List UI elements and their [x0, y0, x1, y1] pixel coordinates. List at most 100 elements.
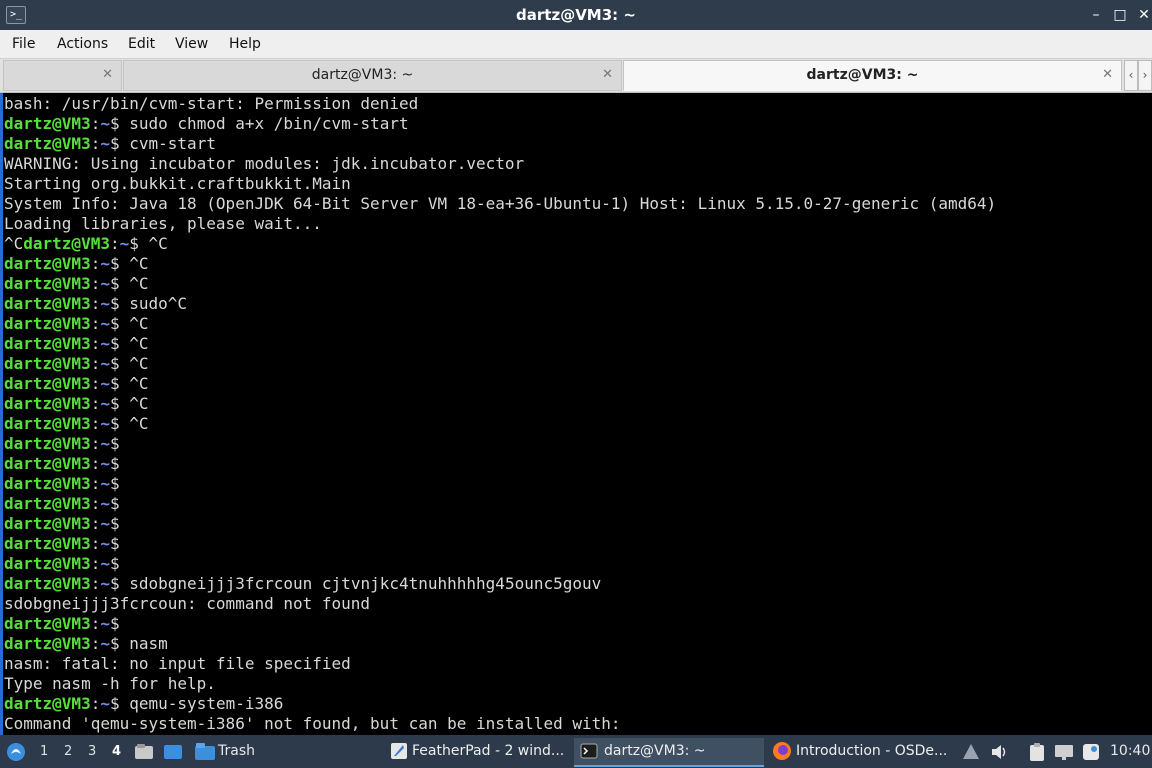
terminal-output[interactable]: bash: /usr/bin/cvm-start: Permission den…: [0, 93, 1152, 735]
prompt-user: dartz@VM3: [4, 494, 91, 513]
command-text: ^C: [119, 274, 149, 293]
tab-close-icon[interactable]: ✕: [102, 61, 113, 89]
trash-folder-icon[interactable]: [194, 742, 216, 761]
terminal-line: dartz@VM3:~$ nasm: [4, 634, 996, 654]
prompt-user: dartz@VM3: [4, 334, 91, 353]
workspace-3[interactable]: 3: [88, 735, 96, 768]
prompt-path: ~: [100, 254, 110, 273]
prompt-symbol: $: [109, 694, 120, 713]
prompt-user: dartz@VM3: [4, 314, 91, 333]
package-update-icon[interactable]: [962, 743, 980, 761]
workspace-4-current[interactable]: 4: [112, 735, 121, 768]
prompt-path: ~: [100, 534, 110, 553]
prompt-separator: :: [90, 374, 101, 393]
prompt-user: dartz@VM3: [4, 134, 91, 153]
prompt-symbol: $: [109, 394, 120, 413]
minimize-button[interactable]: –: [1086, 5, 1106, 25]
terminal-line: bash: /usr/bin/cvm-start: Permission den…: [4, 94, 996, 114]
tab-bar: ✕ dartz@VM3: ~ ✕ dartz@VM3: ~ ✕ ‹ ›: [0, 59, 1152, 93]
prompt-path: ~: [100, 294, 110, 313]
prompt-separator: :: [90, 414, 101, 433]
notifications-icon[interactable]: [1082, 743, 1100, 761]
prompt-path: ~: [100, 274, 110, 293]
firefox-icon: [773, 742, 791, 760]
terminal-line: dartz@VM3:~$ qemu-system-i386: [4, 694, 996, 714]
workspace-2[interactable]: 2: [64, 735, 72, 768]
command-text: ^C: [119, 254, 149, 273]
terminal-line: Type nasm -h for help.: [4, 674, 996, 694]
task-firefox[interactable]: Introduction - OSDe...: [770, 738, 950, 765]
terminal-line: System Info: Java 18 (OpenJDK 64-Bit Ser…: [4, 194, 996, 214]
task-terminal-active[interactable]: dartz@VM3: ~: [574, 738, 764, 767]
network-icon[interactable]: [1054, 743, 1074, 761]
file-manager-icon[interactable]: [134, 743, 154, 761]
command-text: sudo chmod a+x /bin/cvm-start: [119, 114, 409, 133]
volume-icon[interactable]: [990, 743, 1010, 761]
menu-bar: File Actions Edit View Help: [0, 30, 1152, 59]
prompt-user: dartz@VM3: [4, 694, 91, 713]
menu-file[interactable]: File: [12, 30, 35, 58]
prompt-symbol: $: [109, 334, 120, 353]
terminal-line: dartz@VM3:~$ ^C: [4, 274, 996, 294]
prompt-symbol: $: [109, 254, 120, 273]
taskbar: 1 2 3 4 Trash FeatherPad - 2 wind... dar…: [0, 735, 1152, 768]
terminal-line: dartz@VM3:~$ sudo chmod a+x /bin/cvm-sta…: [4, 114, 996, 134]
terminal-line: Loading libraries, please wait...: [4, 214, 996, 234]
tab-1[interactable]: ✕: [3, 60, 122, 91]
terminal-line: dartz@VM3:~$: [4, 514, 996, 534]
tab-3-active[interactable]: dartz@VM3: ~ ✕: [623, 60, 1122, 91]
prompt-path: ~: [119, 234, 130, 253]
terminal-line: Command 'qemu-system-i386' not found, bu…: [4, 714, 996, 734]
prompt-path: ~: [100, 494, 110, 513]
tab-2[interactable]: dartz@VM3: ~ ✕: [123, 60, 622, 91]
menu-view[interactable]: View: [175, 30, 208, 58]
prompt-path: ~: [100, 374, 110, 393]
show-desktop-icon[interactable]: [163, 743, 183, 761]
prompt-symbol: $: [109, 554, 120, 573]
output-text: nasm: fatal: no input file specified: [4, 654, 351, 673]
prompt-user: dartz@VM3: [4, 414, 91, 433]
clock[interactable]: 10:40: [1110, 735, 1150, 768]
prompt-separator: :: [90, 334, 101, 353]
clipboard-icon[interactable]: [1028, 742, 1046, 762]
terminal-line: nasm: fatal: no input file specified: [4, 654, 996, 674]
tab-label: dartz@VM3: ~: [806, 67, 919, 83]
window-titlebar[interactable]: >_ dartz@VM3: ~ – □ ✕: [0, 0, 1152, 30]
tab-scroll-right-button[interactable]: ›: [1138, 60, 1152, 91]
command-text: cvm-start: [119, 134, 216, 153]
prompt-symbol: $: [109, 354, 120, 373]
prompt-symbol: $: [109, 314, 120, 333]
prompt-path: ~: [100, 314, 110, 333]
terminal-focus-edge: [0, 93, 3, 735]
trash-label[interactable]: Trash: [218, 735, 255, 768]
prompt-path: ~: [100, 354, 110, 373]
prompt-path: ~: [100, 614, 110, 633]
close-window-button[interactable]: ✕: [1134, 5, 1152, 25]
task-featherpad[interactable]: FeatherPad - 2 wind...: [386, 738, 568, 765]
prompt-symbol: $: [129, 234, 139, 253]
tab-scroll-left-button[interactable]: ‹: [1124, 60, 1138, 91]
terminal-line: dartz@VM3:~$ ^C: [4, 394, 996, 414]
command-text: ^C: [119, 374, 149, 393]
prompt-path: ~: [100, 574, 110, 593]
prompt-separator: :: [90, 254, 101, 273]
maximize-button[interactable]: □: [1110, 5, 1130, 25]
prompt-separator: :: [90, 314, 101, 333]
terminal-line: dartz@VM3:~$ ^C: [4, 334, 996, 354]
workspace-1[interactable]: 1: [40, 735, 48, 768]
tab-close-icon[interactable]: ✕: [602, 61, 613, 89]
menu-actions[interactable]: Actions: [57, 30, 108, 58]
menu-help[interactable]: Help: [229, 30, 261, 58]
command-text: ^C: [119, 394, 149, 413]
command-text: ^C: [119, 334, 149, 353]
terminal-line: dartz@VM3:~$ cvm-start: [4, 134, 996, 154]
prompt-separator: :: [90, 574, 101, 593]
command-text: ^C: [119, 354, 149, 373]
window-title: dartz@VM3: ~: [516, 6, 636, 24]
tab-close-icon[interactable]: ✕: [1102, 61, 1113, 89]
terminal-line: dartz@VM3:~$: [4, 454, 996, 474]
line-prefix: ^C: [4, 234, 24, 253]
start-menu-icon[interactable]: [6, 742, 26, 762]
prompt-separator: :: [90, 454, 101, 473]
menu-edit[interactable]: Edit: [128, 30, 155, 58]
